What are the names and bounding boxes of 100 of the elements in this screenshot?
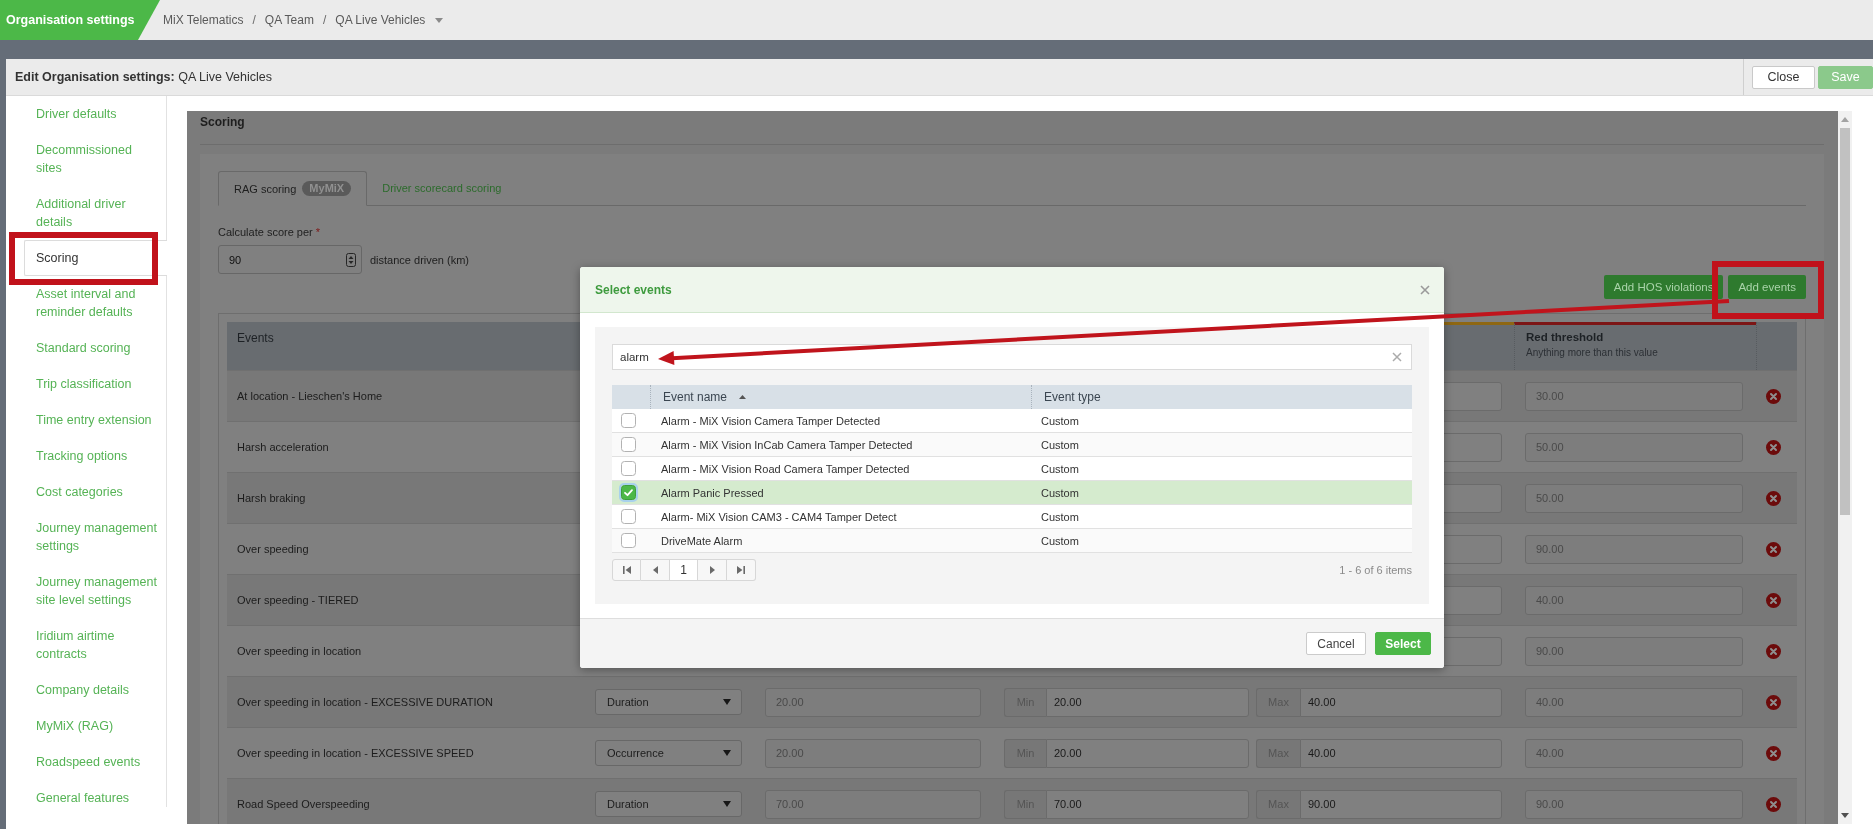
caret-icon[interactable] [723,750,731,756]
page-title: Edit Organisation settings: QA Live Vehicles [15,70,273,84]
close-button[interactable]: Close [1752,65,1815,89]
remove-icon[interactable] [1766,490,1781,506]
grid-row[interactable]: Alarm- MiX Vision CAM3 - CAM4 Tamper Detect Custom [612,505,1412,529]
remove-icon[interactable] [1766,643,1781,659]
scrollbar[interactable] [1838,111,1852,824]
breadcrumb-link[interactable]: QA Live Vehicles [335,13,426,27]
remove-icon[interactable] [1766,592,1781,608]
grid-row[interactable]: Alarm - MiX Vision InCab Camera Tamper Detected Custom [612,433,1412,457]
remove-icon[interactable] [1766,388,1781,404]
stepper-icon[interactable] [346,252,356,267]
page-number[interactable]: 1 [670,559,698,581]
next-page-icon[interactable] [709,566,715,574]
sidebar-item[interactable]: Cost categories [6,474,166,510]
sidebar-item[interactable]: Journey management settings [6,510,166,564]
remove-icon[interactable] [1766,796,1781,812]
scroll-up-icon[interactable] [1841,117,1849,122]
sort-ascending-icon[interactable] [739,395,747,399]
sidebar-item[interactable]: Iridium airtime contracts [6,618,166,672]
range-input-field[interactable]: 20.00 [1046,738,1249,768]
tab[interactable]: Driver scorecard scoring [367,171,517,205]
sidebar-item[interactable]: MyMiX (RAG) [6,708,166,744]
remove-icon[interactable] [1766,439,1781,455]
grid-row[interactable]: Alarm - MiX Vision Camera Tamper Detected Custom [612,409,1412,433]
sidebar-item[interactable]: Standard scoring [6,330,166,366]
event-name: Over speeding in location [237,645,362,657]
pager-button[interactable] [612,559,641,581]
cancel-button[interactable]: Cancel [1306,632,1366,655]
breadcrumb-separator: / [252,13,256,27]
checkbox[interactable] [621,509,636,524]
grid-row[interactable]: Alarm Panic Pressed Custom [612,481,1412,505]
event-type: Custom [1041,438,1079,451]
measure-select[interactable]: Occurrence [595,740,742,766]
range-input-field[interactable]: 20.00 [1046,687,1249,717]
number-input-field[interactable]: 90 [218,245,362,274]
checkbox[interactable] [621,437,636,452]
checkbox[interactable] [621,413,636,428]
checkbox[interactable] [621,461,636,476]
caret-icon[interactable] [723,801,731,807]
event-type: Custom [1041,462,1079,475]
checkbox[interactable] [621,533,636,548]
sidebar-item[interactable]: General features [6,780,166,816]
caret-icon[interactable] [723,699,731,705]
event-name: At location - Lieschen's Home [237,390,383,402]
range-input-field[interactable]: 90.00 [1300,789,1502,819]
scrollbar-thumb[interactable] [1840,128,1850,515]
measure-select[interactable]: Duration [595,791,742,817]
scroll-down-icon[interactable] [1841,813,1849,818]
add-events-button[interactable]: Add events [1728,275,1806,299]
sidebar-item[interactable]: Asset interval and reminder defaults [6,276,166,330]
sidebar-item[interactable]: Additional driver details [6,186,166,240]
search-field[interactable]: alarm [612,344,1412,370]
previous-page-icon[interactable] [652,566,658,574]
pager-button[interactable] [641,559,670,581]
unit-label: distance driven (km) [370,253,470,266]
event-name: Alarm - MiX Vision InCab Camera Tamper Detected [661,438,913,451]
breadcrumb-link[interactable]: QA Team [264,13,314,27]
checkbox[interactable] [619,483,638,502]
sidebar-item[interactable]: Tracking options [6,438,166,474]
event-name: Road Speed Overspeeding [237,798,370,810]
grid-row[interactable]: DriveMate Alarm Custom [612,529,1412,553]
remove-icon[interactable] [1766,694,1781,710]
first-page-icon[interactable] [622,566,631,574]
column-header: Red threshold [1526,330,1605,345]
event-name: Over speeding in location - EXCESSIVE SPEED [237,747,474,759]
breadcrumb-separator: / [322,13,327,27]
measure-select[interactable]: Duration [595,689,742,715]
sidebar-item[interactable]: Decommissioned sites [6,132,166,186]
select-button[interactable]: Select [1375,632,1431,655]
breadcrumb-link[interactable]: MiX Telematics [163,13,244,27]
field-label: Calculate score per [218,226,313,238]
caret-icon[interactable] [435,17,444,23]
event-name: Over speeding [237,543,309,555]
event-name: Alarm- MiX Vision CAM3 - CAM4 Tamper Detect [661,510,897,523]
remove-icon[interactable] [1766,541,1781,557]
sidebar-item[interactable]: Roadspeed events [6,744,166,780]
sidebar-item[interactable]: Driver defaults [6,96,166,132]
sidebar-item[interactable]: Scoring [24,240,167,276]
remove-icon[interactable] [1766,745,1781,761]
close-icon[interactable] [1420,284,1430,295]
event-name: DriveMate Alarm [661,534,743,547]
event-name: Harsh acceleration [237,441,329,453]
event-name: Over speeding in location - EXCESSIVE DURATION [237,696,493,708]
clear-icon[interactable] [1392,352,1402,362]
pager-button[interactable] [698,559,727,581]
grid-row[interactable]: Alarm - MiX Vision Road Camera Tamper Detected Custom [612,457,1412,481]
range-input-field[interactable]: 40.00 [1300,738,1502,768]
sidebar-item[interactable]: Time entry extension [6,402,166,438]
range-input-field[interactable]: 40.00 [1300,687,1502,717]
event-name: Harsh braking [237,492,306,504]
sidebar-item[interactable]: Trip classification [6,366,166,402]
sidebar-item[interactable]: Company details [6,672,166,708]
add-hos-violations-button[interactable]: Add HOS violations [1603,275,1724,299]
event-type: Custom [1041,414,1079,427]
last-page-icon[interactable] [737,566,745,574]
sidebar-item[interactable]: Journey management site level settings [6,564,166,618]
pager-button[interactable] [727,559,756,581]
range-input-field[interactable]: 70.00 [1046,789,1249,819]
column-header: Events [237,330,275,346]
